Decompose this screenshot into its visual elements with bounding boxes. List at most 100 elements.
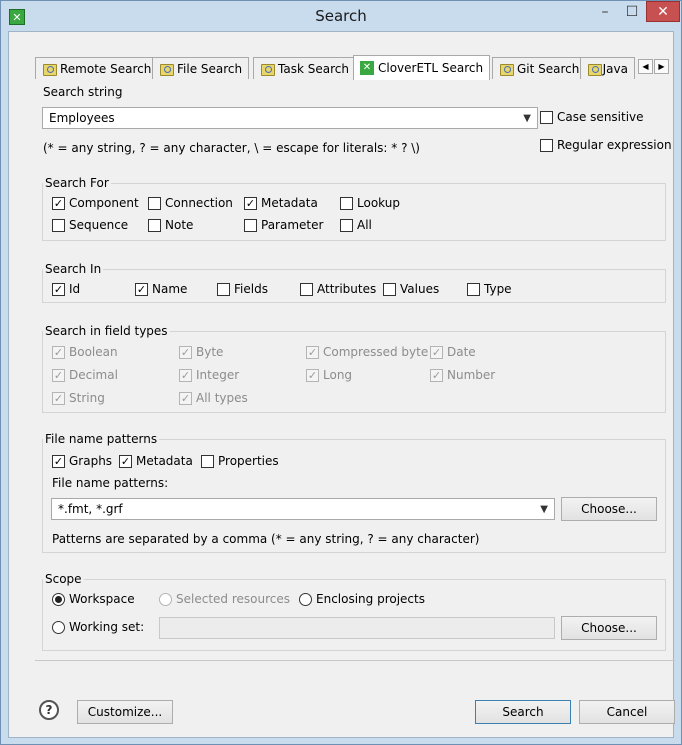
footer-separator [35, 660, 675, 661]
checkbox-label: Byte [196, 345, 224, 359]
field-type-string[interactable]: ✓ String [52, 391, 105, 405]
field-type-decimal[interactable]: ✓ Decimal [52, 368, 118, 382]
regular-expression-checkbox[interactable]: Regular expression [540, 138, 672, 152]
checkbox-box [52, 218, 65, 232]
search-in-name[interactable]: ✓ Name [135, 282, 187, 296]
scope-workspace-radio[interactable]: Workspace [52, 592, 135, 606]
file-pattern-metadata[interactable]: ✓ Metadata [119, 454, 193, 468]
scope-choose-button[interactable]: Choose... [561, 616, 657, 640]
search-button[interactable]: Search [475, 700, 571, 724]
field-types-group [42, 331, 666, 413]
search-for-metadata[interactable]: ✓ Metadata [244, 196, 318, 210]
checkbox-box [300, 282, 313, 296]
tab-file-search[interactable]: File Search [152, 57, 250, 79]
search-string-combo[interactable]: Employees ▼ [42, 107, 538, 129]
search-for-all[interactable]: All [340, 218, 372, 232]
tab-remote-search[interactable]: Remote Search [35, 57, 159, 79]
field-type-integer[interactable]: ✓ Integer [179, 368, 239, 382]
chevron-down-icon[interactable]: ▼ [540, 504, 548, 515]
tab-label: Git Search [517, 61, 580, 76]
checkbox-box: ✓ [306, 345, 319, 359]
checkbox-box [467, 282, 480, 296]
checkbox-label: Compressed byte [323, 345, 429, 359]
search-for-group [42, 183, 666, 241]
checkbox-label: Connection [165, 196, 233, 210]
search-for-sequence[interactable]: Sequence [52, 218, 128, 232]
radio-dot [159, 592, 172, 606]
search-string-label: Search string [43, 85, 123, 99]
tab-scroll-left-button[interactable]: ◀ [638, 59, 653, 74]
field-type-date[interactable]: ✓ Date [430, 345, 476, 359]
search-icon [159, 62, 174, 76]
field-type-byte[interactable]: ✓ Byte [179, 345, 223, 359]
checkbox-label: Long [323, 368, 353, 382]
checkbox-label: Number [447, 368, 496, 382]
field-type-long[interactable]: ✓ Long [306, 368, 352, 382]
checkbox-box: ✓ [244, 196, 257, 210]
chevron-down-icon[interactable]: ▼ [523, 113, 531, 124]
radio-label: Working set: [69, 620, 145, 634]
search-in-attributes[interactable]: Attributes [300, 282, 376, 296]
checkbox-label: Note [165, 218, 194, 232]
customize-button[interactable]: Customize... [77, 700, 173, 724]
maximize-button[interactable]: ☐ [619, 1, 645, 22]
checkbox-box: ✓ [430, 368, 443, 382]
checkbox-box: ✓ [135, 282, 148, 296]
search-icon [260, 62, 275, 76]
checkbox-box: ✓ [52, 345, 65, 359]
checkbox-box [201, 454, 214, 468]
tab-git-search[interactable]: Git Search [492, 57, 587, 79]
working-set-field[interactable] [159, 617, 555, 639]
tab-task-search[interactable]: Task Search [253, 57, 356, 79]
search-for-component[interactable]: ✓ Component [52, 196, 139, 210]
search-in-title: Search In [43, 262, 104, 276]
search-dialog: ✕ Search – ☐ ✕ Remote Search File Search… [0, 0, 682, 745]
checkbox-label: Boolean [69, 345, 118, 359]
cancel-button[interactable]: Cancel [579, 700, 675, 724]
field-type-compressed-byte[interactable]: ✓ Compressed byte [306, 345, 428, 359]
file-patterns-choose-button[interactable]: Choose... [561, 497, 657, 521]
search-for-lookup[interactable]: Lookup [340, 196, 400, 210]
file-pattern-graphs[interactable]: ✓ Graphs [52, 454, 112, 468]
field-type-boolean[interactable]: ✓ Boolean [52, 345, 118, 359]
search-for-parameter[interactable]: Parameter [244, 218, 323, 232]
search-string-hint: (* = any string, ? = any character, \ = … [43, 141, 420, 155]
scope-working-set-radio[interactable]: Working set: [52, 620, 144, 634]
checkbox-box: ✓ [306, 368, 319, 382]
search-for-note[interactable]: Note [148, 218, 193, 232]
checkbox-box [148, 196, 161, 210]
search-in-fields[interactable]: Fields [217, 282, 268, 296]
search-in-type[interactable]: Type [467, 282, 512, 296]
tab-scroll-right-button[interactable]: ▶ [654, 59, 669, 74]
case-sensitive-checkbox[interactable]: Case sensitive [540, 110, 644, 124]
tab-java[interactable]: Java [580, 57, 635, 79]
checkbox-label: Sequence [69, 218, 129, 232]
tab-label: Task Search [278, 61, 349, 76]
checkbox-box: ✓ [179, 391, 192, 405]
tab-cloveretl-search[interactable]: CloverETL Search [353, 55, 491, 80]
search-for-title: Search For [43, 176, 111, 190]
scope-selected-resources-radio[interactable]: Selected resources [159, 592, 290, 606]
checkbox-box [148, 218, 161, 232]
checkbox-label: Decimal [69, 368, 118, 382]
file-patterns-hint: Patterns are separated by a comma (* = a… [52, 532, 480, 546]
search-string-value: Employees [49, 111, 115, 125]
field-type-number[interactable]: ✓ Number [430, 368, 495, 382]
scope-enclosing-projects-radio[interactable]: Enclosing projects [299, 592, 425, 606]
field-type-all-types[interactable]: ✓ All types [179, 391, 248, 405]
search-for-connection[interactable]: Connection [148, 196, 233, 210]
file-pattern-properties[interactable]: Properties [201, 454, 279, 468]
checkbox-label: All types [196, 391, 248, 405]
minimize-button[interactable]: – [591, 1, 619, 22]
checkbox-label: Fields [234, 282, 268, 296]
scope-group [42, 579, 666, 651]
search-in-values[interactable]: Values [383, 282, 439, 296]
tab-label: Java [602, 61, 628, 76]
close-button[interactable]: ✕ [646, 1, 680, 22]
file-patterns-combo[interactable]: *.fmt, *.grf ▼ [51, 498, 555, 520]
help-icon[interactable]: ? [39, 700, 59, 720]
search-tabs: Remote Search File Search Task Search Cl… [35, 55, 675, 80]
checkbox-label: All [357, 218, 372, 232]
checkbox-box: ✓ [52, 368, 65, 382]
search-in-id[interactable]: ✓ Id [52, 282, 80, 296]
